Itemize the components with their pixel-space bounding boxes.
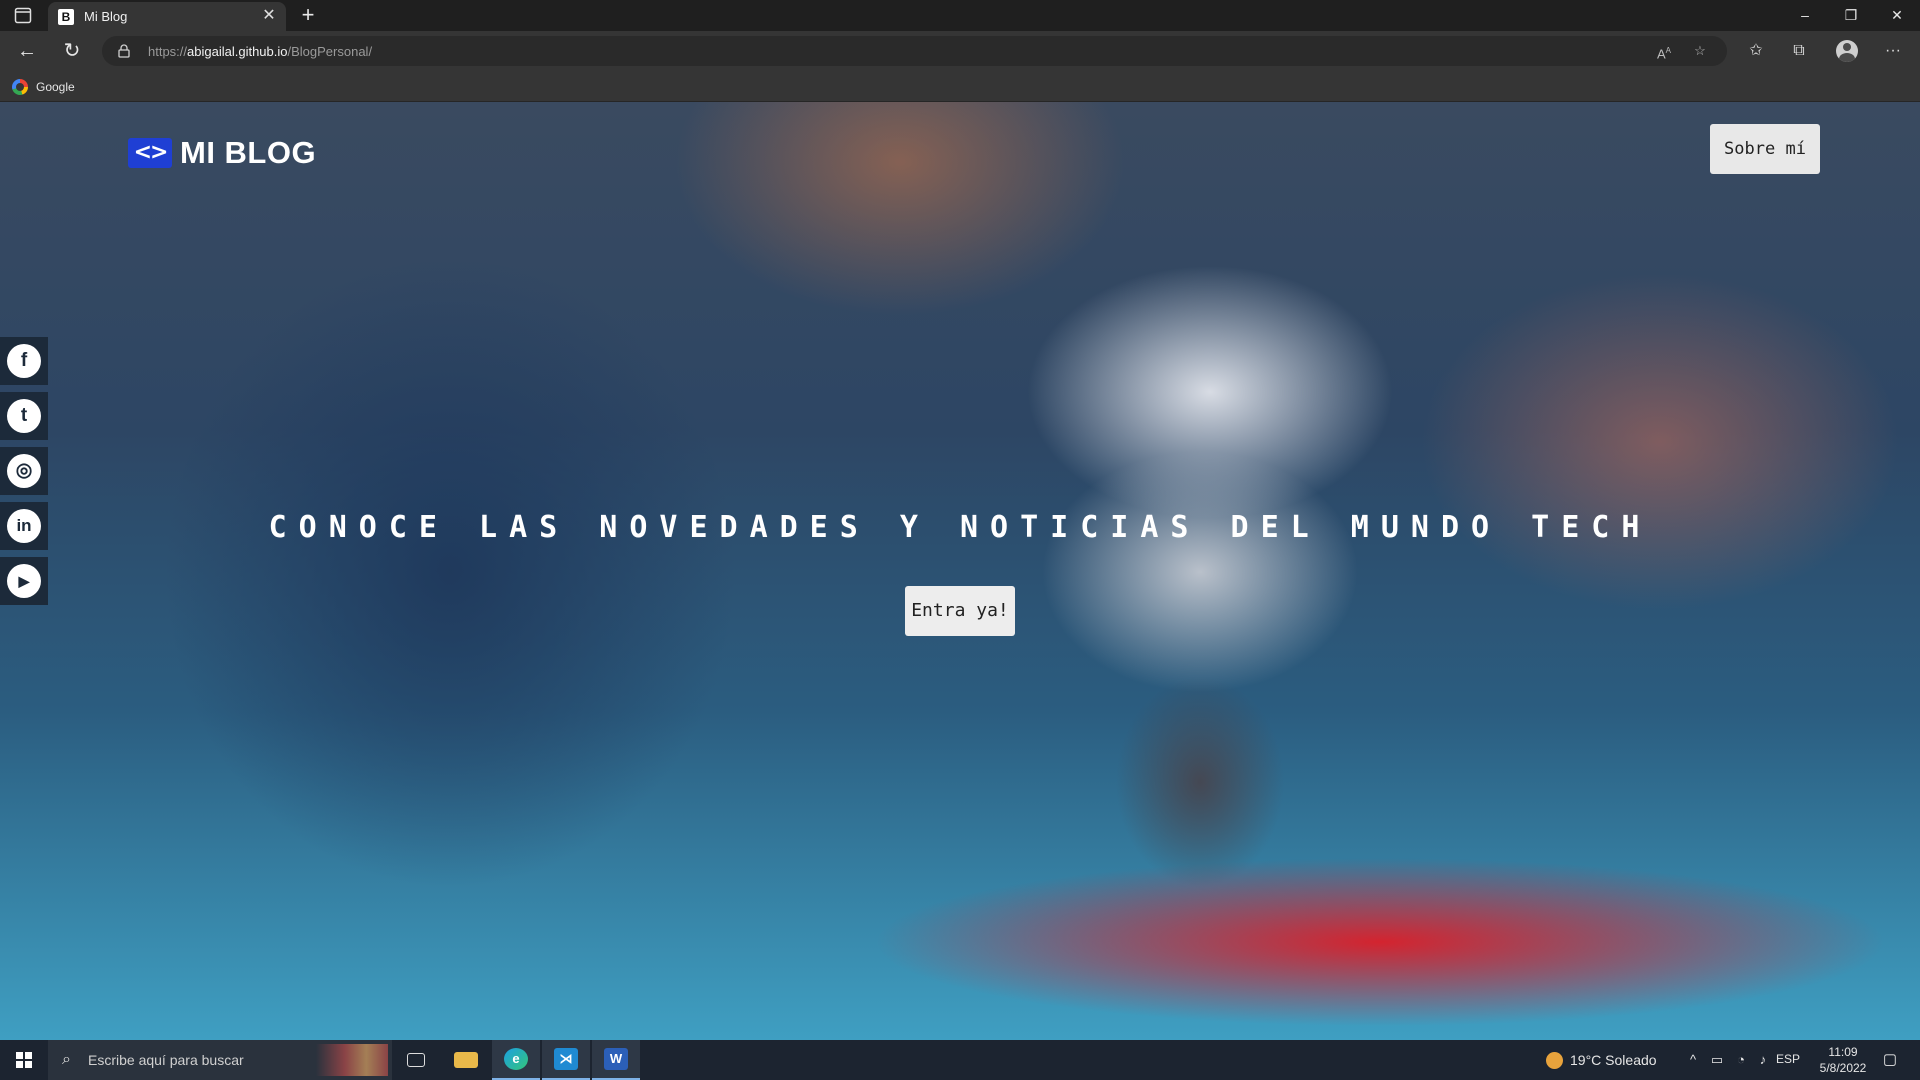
wifi-icon[interactable]: ◔ [1732,1051,1750,1069]
google-icon [12,79,28,95]
profile-avatar-icon[interactable] [1836,40,1858,62]
edge-button[interactable]: e [492,1040,540,1080]
blog-favicon-icon: B [58,9,74,25]
sun-icon[interactable] [1546,1052,1563,1069]
clock[interactable]: 11:09 5/8/2022 [1810,1044,1876,1076]
bookmarks-bar: Google [0,71,1920,102]
window-controls: – ❐ ✕ [1782,0,1920,31]
more-options-icon[interactable]: ··· [1882,40,1904,62]
instagram-icon: ◎ [7,454,41,488]
youtube-link[interactable]: ▶ [0,557,48,605]
task-view-button[interactable] [392,1040,440,1080]
read-aloud-icon[interactable]: AA [1654,42,1674,61]
chevron-up-icon[interactable]: ^ [1684,1051,1702,1069]
file-explorer-button[interactable] [442,1040,490,1080]
collections-icon[interactable]: ⧉ [1788,40,1810,62]
clock-time: 11:09 [1828,1045,1858,1059]
word-button[interactable]: W [592,1040,640,1080]
sobre-mi-button[interactable]: Sobre mí [1710,124,1820,174]
search-placeholder: Escribe aquí para buscar [88,1052,244,1068]
meet-now-icon[interactable]: ▭ [1708,1051,1726,1069]
tumblr-link[interactable]: t [0,392,48,440]
close-tab-icon[interactable]: ✕ [260,7,278,25]
facebook-link[interactable]: f [0,337,48,385]
refresh-icon[interactable]: ↻ [57,37,87,65]
address-bar[interactable]: https://abigailal.github.io/BlogPersonal… [102,36,1727,66]
tumblr-icon: t [7,399,41,433]
weather-text[interactable]: 19°C Soleado [1570,1052,1657,1068]
social-sidebar: f t ◎ in ▶ [0,337,48,612]
language-indicator[interactable]: ESP [1776,1052,1800,1066]
logo-text: MI BLOG [180,135,317,170]
lock-icon [118,44,130,58]
add-favorite-icon[interactable]: ☆ [1690,42,1710,60]
edge-icon: e [504,1048,528,1070]
browser-tab-bar: B Mi Blog ✕ + – ❐ ✕ [0,0,1920,31]
instagram-link[interactable]: ◎ [0,447,48,495]
volume-icon[interactable]: ♪ [1754,1051,1772,1069]
minimize-icon[interactable]: – [1782,0,1828,31]
bookmark-google[interactable]: Google [12,77,75,97]
windows-logo-icon [16,1052,32,1068]
notifications-icon[interactable]: ▢ [1880,1050,1900,1070]
hero-title: CONOCE LAS NOVEDADES Y NOTICIAS DEL MUND… [268,510,1652,545]
search-highlight-image [316,1044,388,1076]
tab-title: Mi Blog [84,9,128,24]
facebook-icon: f [7,344,41,378]
windows-taskbar: ⌕ Escribe aquí para buscar e ⋊ W 19°C So… [0,1040,1920,1080]
start-button[interactable] [0,1040,48,1080]
hero-section: <> MI BLOG Sobre mí f t ◎ in ▶ CONOCE LA… [0,102,1920,1040]
tab-mi-blog[interactable]: B Mi Blog ✕ [48,2,286,31]
clock-date: 5/8/2022 [1819,1061,1867,1075]
url-text: https://abigailal.github.io/BlogPersonal… [148,44,373,59]
browser-toolbar: ← ↻ https://abigailal.github.io/BlogPers… [0,31,1920,71]
favorites-icon[interactable]: ✩ [1745,40,1767,62]
taskbar-search[interactable]: ⌕ Escribe aquí para buscar [48,1040,392,1080]
bookmark-label: Google [36,80,75,94]
restore-icon[interactable]: ❐ [1828,0,1874,31]
entra-ya-button[interactable]: Entra ya! [905,586,1015,636]
folder-icon [454,1052,478,1068]
site-logo[interactable]: <> MI BLOG [128,135,316,171]
back-icon[interactable]: ← [12,37,42,65]
close-window-icon[interactable]: ✕ [1874,0,1920,31]
task-view-icon [407,1053,425,1067]
tab-actions-icon[interactable] [14,7,32,24]
vscode-button[interactable]: ⋊ [542,1040,590,1080]
code-brackets-icon: <> [128,138,172,168]
vscode-icon: ⋊ [554,1048,578,1070]
search-icon: ⌕ [62,1051,71,1068]
new-tab-icon[interactable]: + [296,4,320,28]
word-icon: W [604,1048,628,1070]
youtube-icon: ▶ [7,564,41,598]
